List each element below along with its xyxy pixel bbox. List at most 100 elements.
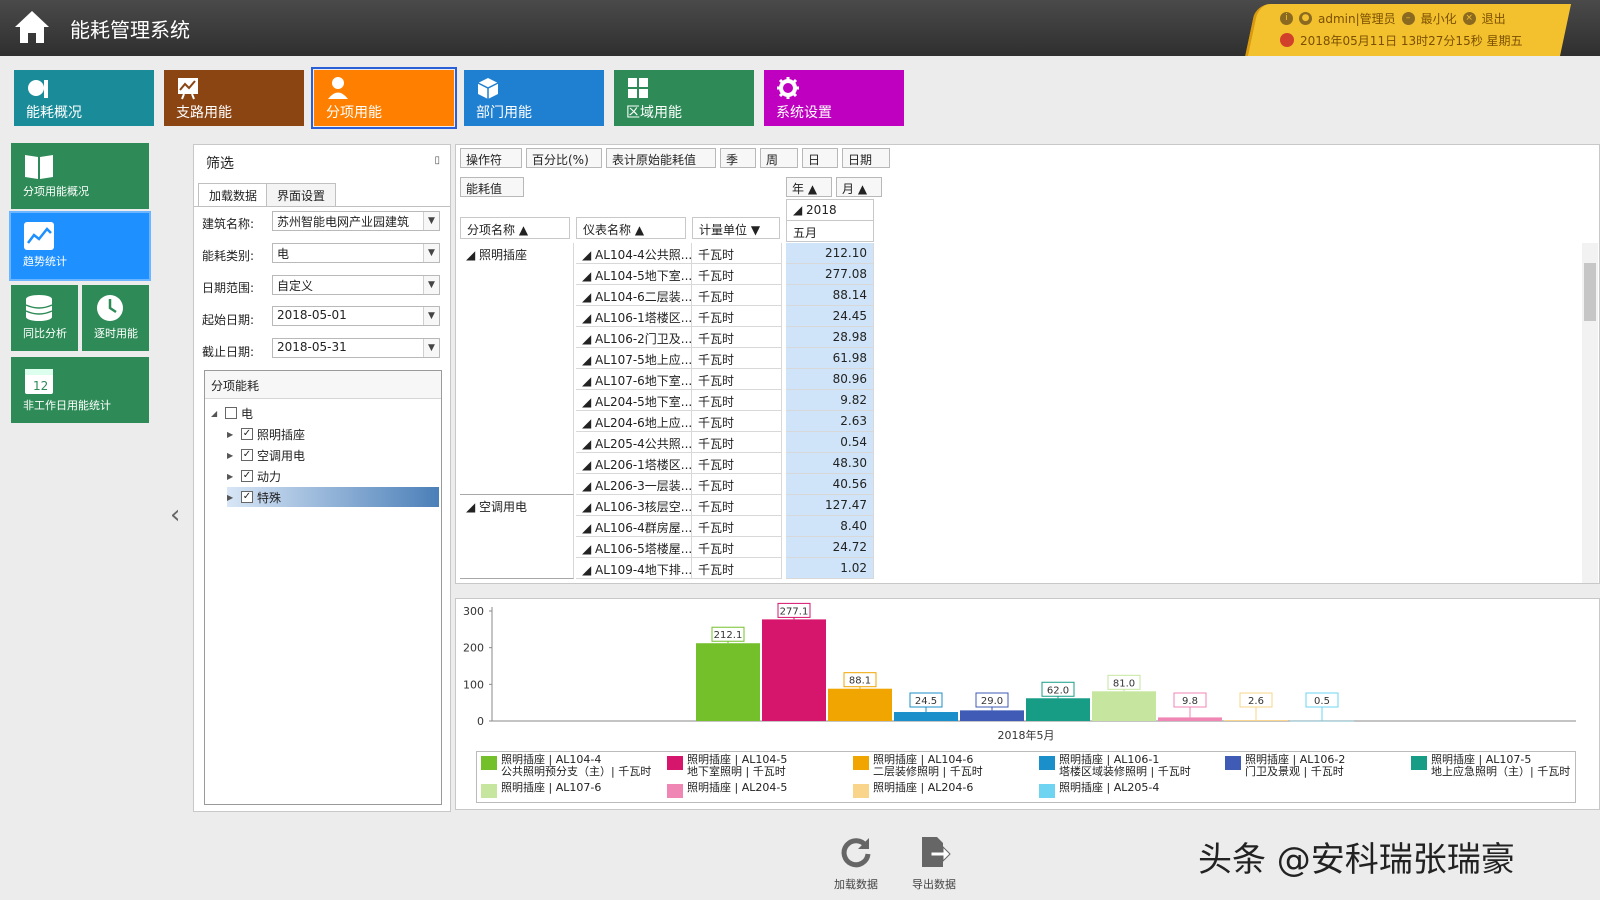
pivot-field-button[interactable]: 季: [720, 148, 756, 168]
value-cell[interactable]: 80.96: [786, 369, 874, 390]
legend-item[interactable]: 照明插座 | AL204-5: [667, 782, 857, 798]
year-header[interactable]: ◢ 2018: [786, 199, 874, 221]
pivot-field-button[interactable]: 百分比(%): [526, 148, 602, 168]
data-field-button[interactable]: 能耗值: [460, 177, 524, 197]
checkbox[interactable]: ✓: [241, 428, 253, 440]
meter-cell[interactable]: ◢ AL206-1塔楼区...: [576, 453, 692, 474]
col-category[interactable]: 分项名称 ▲: [460, 217, 570, 239]
checkbox[interactable]: ✓: [241, 470, 253, 482]
start-date-field[interactable]: 2018-05-01 ▼: [272, 306, 440, 326]
logout-button[interactable]: 退出: [1482, 10, 1506, 27]
value-cell[interactable]: 2.63: [786, 411, 874, 432]
value-cell[interactable]: 61.98: [786, 348, 874, 369]
pivot-field-button[interactable]: 周: [760, 148, 798, 168]
month-field-button[interactable]: 月 ▲: [836, 177, 882, 197]
meter-cell[interactable]: ◢ AL106-1塔楼区...: [576, 306, 692, 327]
checkbox[interactable]: ✓: [241, 449, 253, 461]
value-cell[interactable]: 28.98: [786, 327, 874, 348]
legend-item[interactable]: 照明插座 | AL104-4 公共照明预分支（主）| 千瓦时: [481, 754, 671, 778]
export-data-button[interactable]: 导出数据: [902, 835, 966, 892]
legend-item[interactable]: 照明插座 | AL104-6 二层装修照明 | 千瓦时: [853, 754, 1043, 778]
legend-item[interactable]: 照明插座 | AL106-1 塔楼区域装修照明 | 千瓦时: [1039, 754, 1229, 778]
group-cell[interactable]: ◢ 照明插座: [460, 243, 574, 495]
load-data-button[interactable]: 加载数据: [824, 835, 888, 892]
tree-root[interactable]: ◢ 电: [211, 403, 433, 423]
nav-tile-3[interactable]: 部门用能: [464, 70, 604, 126]
tree-item-lighting[interactable]: ▶ ✓ 照明插座: [227, 424, 449, 444]
side-tile-yoy[interactable]: 同比分析: [11, 285, 78, 351]
year-field-button[interactable]: 年 ▲: [786, 177, 832, 197]
expand-icon[interactable]: ▶: [227, 472, 237, 481]
meter-cell[interactable]: ◢ AL206-3一层装...: [576, 474, 692, 495]
tree-item-power[interactable]: ▶ ✓ 动力: [227, 466, 449, 486]
minimize-icon[interactable]: –: [1401, 11, 1415, 25]
value-cell[interactable]: 24.45: [786, 306, 874, 327]
meter-cell[interactable]: ◢ AL205-4公共照...: [576, 432, 692, 453]
col-unit[interactable]: 计量单位 ▼: [692, 217, 780, 239]
meter-cell[interactable]: ◢ AL104-6二层装...: [576, 285, 692, 306]
pivot-field-button[interactable]: 日: [802, 148, 838, 168]
pivot-field-button[interactable]: 日期: [842, 148, 890, 168]
value-cell[interactable]: 40.56: [786, 474, 874, 495]
scroll-thumb[interactable]: [1584, 263, 1596, 321]
side-tile-overview[interactable]: 分项用能概况: [11, 143, 149, 209]
expand-icon[interactable]: ▶: [227, 451, 237, 460]
legend-item[interactable]: 照明插座 | AL107-6: [481, 782, 671, 798]
energy-type-select[interactable]: 电 ▼: [272, 243, 440, 263]
side-tile-trend[interactable]: 趋势统计: [9, 211, 151, 281]
grid-scrollbar[interactable]: [1582, 243, 1598, 583]
pin-icon[interactable]: ▯: [434, 155, 440, 166]
nav-tile-0[interactable]: 能耗概况: [14, 70, 154, 126]
tab-load-data[interactable]: 加载数据: [198, 183, 269, 207]
value-cell[interactable]: 277.08: [786, 264, 874, 285]
nav-tile-5[interactable]: 系统设置: [764, 70, 904, 126]
meter-cell[interactable]: ◢ AL204-5地下室...: [576, 390, 692, 411]
meter-cell[interactable]: ◢ AL107-5地上应...: [576, 348, 692, 369]
nav-tile-2[interactable]: 分项用能: [311, 67, 457, 129]
tree-item-ac[interactable]: ▶ ✓ 空调用电: [227, 445, 449, 465]
legend-item[interactable]: 照明插座 | AL106-2 门卫及景观 | 千瓦时: [1225, 754, 1415, 778]
value-cell[interactable]: 88.14: [786, 285, 874, 306]
home-icon[interactable]: [12, 8, 52, 46]
meter-cell[interactable]: ◢ AL106-2门卫及...: [576, 327, 692, 348]
side-tile-nonworkday[interactable]: 12 非工作日用能统计: [11, 357, 149, 423]
tab-ui-settings[interactable]: 界面设置: [266, 183, 337, 207]
tree-item-special[interactable]: ▶ ✓ 特殊: [227, 487, 439, 507]
meter-cell[interactable]: ◢ AL109-4地下排...: [576, 558, 692, 579]
checkbox[interactable]: ✓: [241, 491, 253, 503]
expand-icon[interactable]: ▶: [227, 493, 237, 502]
value-cell[interactable]: 0.54: [786, 432, 874, 453]
checkbox[interactable]: [225, 407, 237, 419]
pivot-field-button[interactable]: 操作符: [460, 148, 522, 168]
value-cell[interactable]: 48.30: [786, 453, 874, 474]
legend-item[interactable]: 照明插座 | AL104-5 地下室照明 | 千瓦时: [667, 754, 857, 778]
end-date-field[interactable]: 2018-05-31 ▼: [272, 338, 440, 358]
expand-icon[interactable]: ◢: [211, 409, 221, 418]
building-select[interactable]: 苏州智能电网产业园建筑 ▼: [272, 211, 440, 231]
value-cell[interactable]: 9.82: [786, 390, 874, 411]
side-tile-hourly[interactable]: 逐时用能: [82, 285, 149, 351]
legend-item[interactable]: 照明插座 | AL107-5 地上应急照明（主）| 千瓦时: [1411, 754, 1575, 778]
meter-cell[interactable]: ◢ AL106-4群房屋...: [576, 516, 692, 537]
meter-cell[interactable]: ◢ AL104-4公共照...: [576, 243, 692, 264]
col-meter[interactable]: 仪表名称 ▲: [576, 217, 686, 239]
nav-tile-4[interactable]: 区域用能: [614, 70, 754, 126]
legend-item[interactable]: 照明插座 | AL204-6: [853, 782, 1043, 798]
meter-cell[interactable]: ◢ AL204-6地上应...: [576, 411, 692, 432]
nav-tile-1[interactable]: 支路用能: [164, 70, 304, 126]
meter-cell[interactable]: ◢ AL107-6地下室...: [576, 369, 692, 390]
meter-cell[interactable]: ◢ AL106-3核层空...: [576, 495, 692, 516]
group-cell[interactable]: ◢ 空调用电: [460, 495, 574, 579]
date-range-select[interactable]: 自定义 ▼: [272, 275, 440, 295]
expand-icon[interactable]: ▶: [227, 430, 237, 439]
pivot-field-button[interactable]: 表计原始能耗值: [606, 148, 716, 168]
value-cell[interactable]: 8.40: [786, 516, 874, 537]
minimize-button[interactable]: 最小化: [1421, 10, 1457, 27]
value-cell[interactable]: 127.47: [786, 495, 874, 516]
meter-cell[interactable]: ◢ AL106-5塔楼屋...: [576, 537, 692, 558]
value-cell[interactable]: 212.10: [786, 243, 874, 264]
meter-cell[interactable]: ◢ AL104-5地下室...: [576, 264, 692, 285]
alarm-bell-icon[interactable]: [1280, 33, 1294, 47]
collapse-panel-icon[interactable]: ‹: [170, 500, 180, 530]
close-icon[interactable]: ×: [1462, 11, 1476, 25]
